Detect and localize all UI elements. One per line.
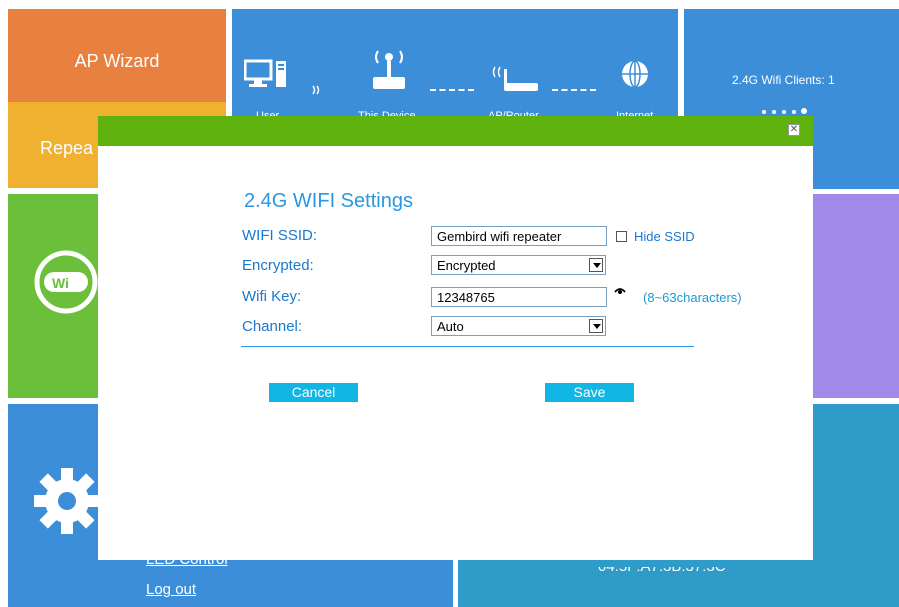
gear-icon: [34, 468, 100, 534]
cancel-button[interactable]: Cancel: [269, 383, 358, 402]
eye-icon[interactable]: [614, 286, 626, 296]
encrypted-value: Encrypted: [437, 258, 496, 273]
channel-select[interactable]: Auto: [431, 316, 606, 336]
router-icon: [492, 66, 538, 91]
key-length-hint: (8~63characters): [643, 290, 742, 305]
form-divider: [241, 346, 694, 347]
repeater-label: Repea: [40, 138, 94, 158]
hide-ssid-checkbox[interactable]: [616, 231, 627, 242]
wifi-logo-icon: Wi: [34, 250, 98, 314]
hide-ssid-label[interactable]: Hide SSID: [634, 229, 695, 244]
wifi-signal-icon: [312, 85, 320, 95]
globe-icon: [622, 60, 648, 88]
modal-header: [98, 116, 813, 146]
close-icon[interactable]: ✕: [788, 124, 800, 136]
wifi-badge-text: Wi: [52, 275, 69, 291]
wifi-key-label: Wifi Key:: [242, 288, 302, 305]
wifi-key-input[interactable]: 12348765: [431, 287, 607, 307]
chevron-down-icon[interactable]: [589, 258, 603, 272]
logout-link[interactable]: Log out: [146, 581, 196, 598]
wifi-clients-label: 2.4G Wifi Clients: 1: [732, 73, 835, 87]
ssid-input[interactable]: Gembird wifi repeater: [431, 226, 607, 246]
link-dash-1: [430, 89, 474, 91]
repeater-device-icon: [373, 50, 405, 89]
ap-wizard-label: AP Wizard: [74, 51, 160, 71]
modal-title: 2.4G WIFI Settings: [244, 190, 413, 212]
computer-icon: [244, 59, 286, 87]
chevron-down-icon[interactable]: [589, 319, 603, 333]
ap-wizard-tile[interactable]: AP Wizard: [8, 9, 226, 102]
save-button[interactable]: Save: [545, 383, 634, 402]
link-dash-2: [552, 89, 596, 91]
channel-value: Auto: [437, 319, 464, 334]
mac-address: 04:5F:A7:3B:37:3C: [598, 558, 726, 575]
modal-body: [98, 146, 813, 560]
ssid-label: WIFI SSID:: [242, 227, 317, 244]
encrypted-label: Encrypted:: [242, 257, 314, 274]
encrypted-select[interactable]: Encrypted: [431, 255, 606, 275]
channel-label: Channel:: [242, 318, 303, 335]
